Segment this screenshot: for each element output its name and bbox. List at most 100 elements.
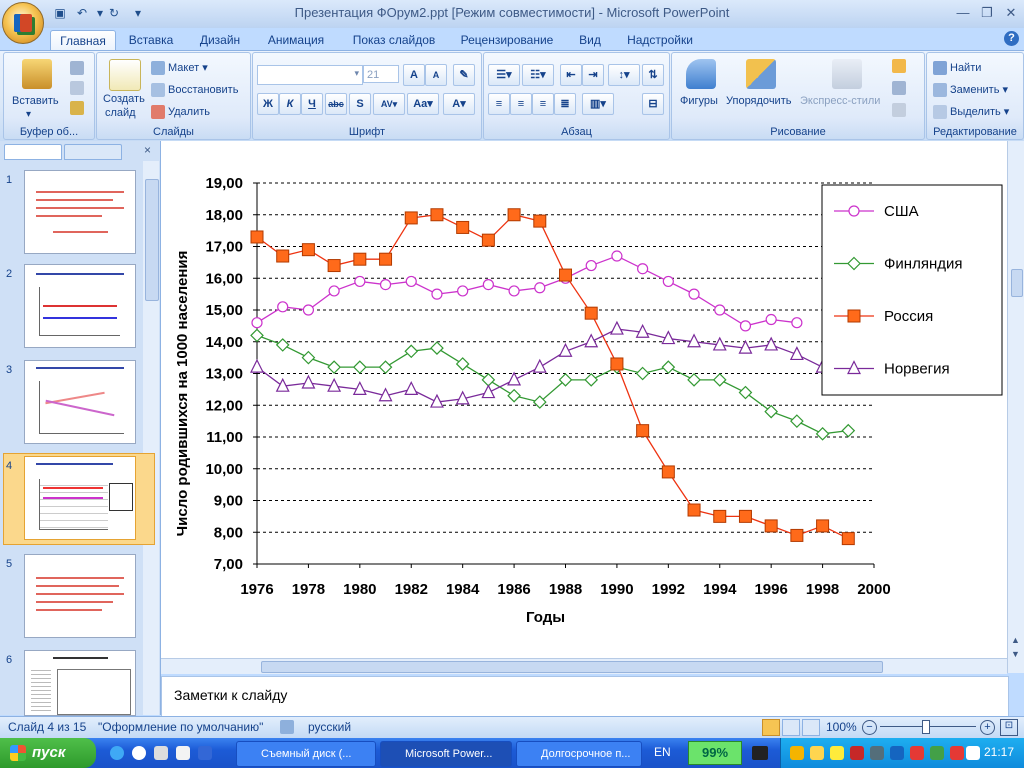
slide-thumbnail-5[interactable] xyxy=(24,554,136,638)
italic-icon[interactable]: К xyxy=(279,93,301,115)
shadow-icon[interactable]: S xyxy=(349,93,371,115)
close-icon[interactable]: ✕ xyxy=(1000,4,1022,22)
vertical-scrollbar[interactable]: ▲ ▼ xyxy=(1007,141,1024,673)
tab-animation[interactable]: Анимация xyxy=(260,30,332,50)
align-left-icon[interactable]: ≡ xyxy=(488,93,510,115)
normal-view-icon[interactable] xyxy=(762,719,780,736)
bold-icon[interactable]: Ж xyxy=(257,93,279,115)
tab-view[interactable]: Вид xyxy=(572,30,608,50)
slide-thumbnail-1[interactable] xyxy=(24,170,136,254)
ie-icon[interactable] xyxy=(110,746,124,760)
tab-design[interactable]: Дизайн xyxy=(190,30,250,50)
strikethrough-icon[interactable]: abc xyxy=(325,93,347,115)
format-painter-icon[interactable] xyxy=(70,101,84,115)
shapes-icon[interactable] xyxy=(686,59,716,89)
power-plug-icon[interactable] xyxy=(752,746,768,760)
new-slide-label2[interactable]: слайд xyxy=(105,107,136,119)
underline-icon[interactable]: Ч xyxy=(301,93,323,115)
layout-button[interactable]: Макет xyxy=(168,62,199,74)
shrink-font-icon[interactable]: A xyxy=(425,64,447,86)
arrange-button[interactable]: Упорядочить xyxy=(726,95,791,107)
align-right-icon[interactable]: ≡ xyxy=(532,93,554,115)
language-indicator[interactable]: EN xyxy=(654,745,671,759)
notes-pane[interactable]: Заметки к слайду xyxy=(161,676,1009,718)
font-color-icon[interactable]: A▾ xyxy=(443,93,475,115)
minimize-icon[interactable]: — xyxy=(952,4,974,22)
quicklaunch-icon[interactable] xyxy=(176,746,190,760)
help-icon[interactable]: ? xyxy=(1004,31,1019,46)
tray-icon[interactable] xyxy=(850,746,864,760)
tray-icon[interactable] xyxy=(910,746,924,760)
slide-thumbnail-4[interactable] xyxy=(24,456,136,540)
outline-tab-icon[interactable] xyxy=(64,144,122,160)
align-center-icon[interactable]: ≡ xyxy=(510,93,532,115)
close-panel-icon[interactable]: × xyxy=(144,143,151,157)
office-button[interactable] xyxy=(2,2,44,44)
slide-thumbnail-3[interactable] xyxy=(24,360,136,444)
start-button[interactable]: пуск xyxy=(0,738,96,768)
slideshow-icon[interactable] xyxy=(802,719,820,736)
task-powerpoint[interactable]: Microsoft Power... xyxy=(380,741,512,767)
tab-insert[interactable]: Вставка xyxy=(122,30,180,50)
fit-window-icon[interactable]: ⊡ xyxy=(1000,719,1018,736)
zoom-level[interactable]: 100% xyxy=(826,720,857,734)
text-direction-icon[interactable]: ⇅ xyxy=(642,64,664,86)
tray-icon[interactable] xyxy=(830,746,844,760)
zoom-out-icon[interactable]: − xyxy=(862,720,877,735)
decrease-indent-icon[interactable]: ⇤ xyxy=(560,64,582,86)
increase-indent-icon[interactable]: ⇥ xyxy=(582,64,604,86)
find-button[interactable]: Найти xyxy=(950,62,981,74)
restore-icon[interactable]: ❐ xyxy=(976,4,998,22)
slide-sorter-icon[interactable] xyxy=(782,719,800,736)
tray-icon[interactable] xyxy=(870,746,884,760)
numbering-icon[interactable]: ☷▾ xyxy=(522,64,554,86)
slide-thumbnail-6[interactable] xyxy=(24,650,136,716)
slide-thumbnail-2[interactable] xyxy=(24,264,136,348)
task-word-document[interactable]: Долгосрочное п... xyxy=(516,741,642,767)
paste-button[interactable]: Вставить xyxy=(12,95,59,107)
align-text-icon[interactable]: ⊟ xyxy=(642,93,664,115)
clear-format-icon[interactable]: ✎ xyxy=(453,64,475,86)
columns-icon[interactable]: ▥▾ xyxy=(582,93,614,115)
font-name-field[interactable]: ▾ xyxy=(257,65,363,85)
tray-icon[interactable] xyxy=(930,746,944,760)
replace-button[interactable]: Заменить xyxy=(950,84,999,96)
font-size-field[interactable]: 21 xyxy=(363,65,399,83)
select-button[interactable]: Выделить xyxy=(950,106,1001,118)
shapes-button[interactable]: Фигуры xyxy=(680,95,718,107)
quick-styles-icon[interactable] xyxy=(832,59,862,89)
slide-canvas[interactable]: 7,00 8,00 9,00 10,00 11,00 12,00 13,00 14,00 15,… xyxy=(161,141,1010,659)
shape-outline-icon[interactable] xyxy=(892,81,906,95)
change-case-icon[interactable]: Aa▾ xyxy=(407,93,439,115)
delete-button[interactable]: Удалить xyxy=(168,106,210,118)
new-slide-icon[interactable] xyxy=(109,59,141,91)
shape-effects-icon[interactable] xyxy=(892,103,906,117)
paste-dropdown-icon[interactable]: ▾ xyxy=(26,109,31,120)
shape-fill-icon[interactable] xyxy=(892,59,906,73)
paste-icon[interactable] xyxy=(22,59,52,89)
zoom-slider-thumb[interactable] xyxy=(922,720,930,734)
reset-button[interactable]: Восстановить xyxy=(168,84,238,96)
quicklaunch-icon[interactable] xyxy=(154,746,168,760)
language-label[interactable]: русский xyxy=(308,720,351,734)
tray-icon[interactable] xyxy=(790,746,804,760)
slides-tab-icon[interactable] xyxy=(4,144,62,160)
theme-name[interactable]: "Оформление по умолчанию" xyxy=(98,720,263,734)
tray-icon[interactable] xyxy=(810,746,824,760)
tab-addins[interactable]: Надстройки xyxy=(620,30,700,50)
line-spacing-icon[interactable]: ↕▾ xyxy=(608,64,640,86)
tab-home[interactable]: Главная xyxy=(50,30,116,51)
quick-styles-button[interactable]: Экспресс-стили xyxy=(800,95,880,107)
media-icon[interactable] xyxy=(132,746,146,760)
grow-font-icon[interactable]: A xyxy=(403,64,425,86)
spellcheck-icon[interactable] xyxy=(280,720,294,734)
justify-icon[interactable]: ≣ xyxy=(554,93,576,115)
cut-icon[interactable] xyxy=(70,61,84,75)
zoom-in-icon[interactable]: + xyxy=(980,720,995,735)
slides-scrollbar[interactable] xyxy=(143,161,159,715)
tab-slideshow[interactable]: Показ слайдов xyxy=(344,30,444,50)
copy-icon[interactable] xyxy=(70,81,84,95)
media-player-icon[interactable] xyxy=(966,746,980,760)
task-removable-disk[interactable]: Съемный диск (... xyxy=(236,741,376,767)
new-slide-button[interactable]: Создать xyxy=(103,93,145,105)
